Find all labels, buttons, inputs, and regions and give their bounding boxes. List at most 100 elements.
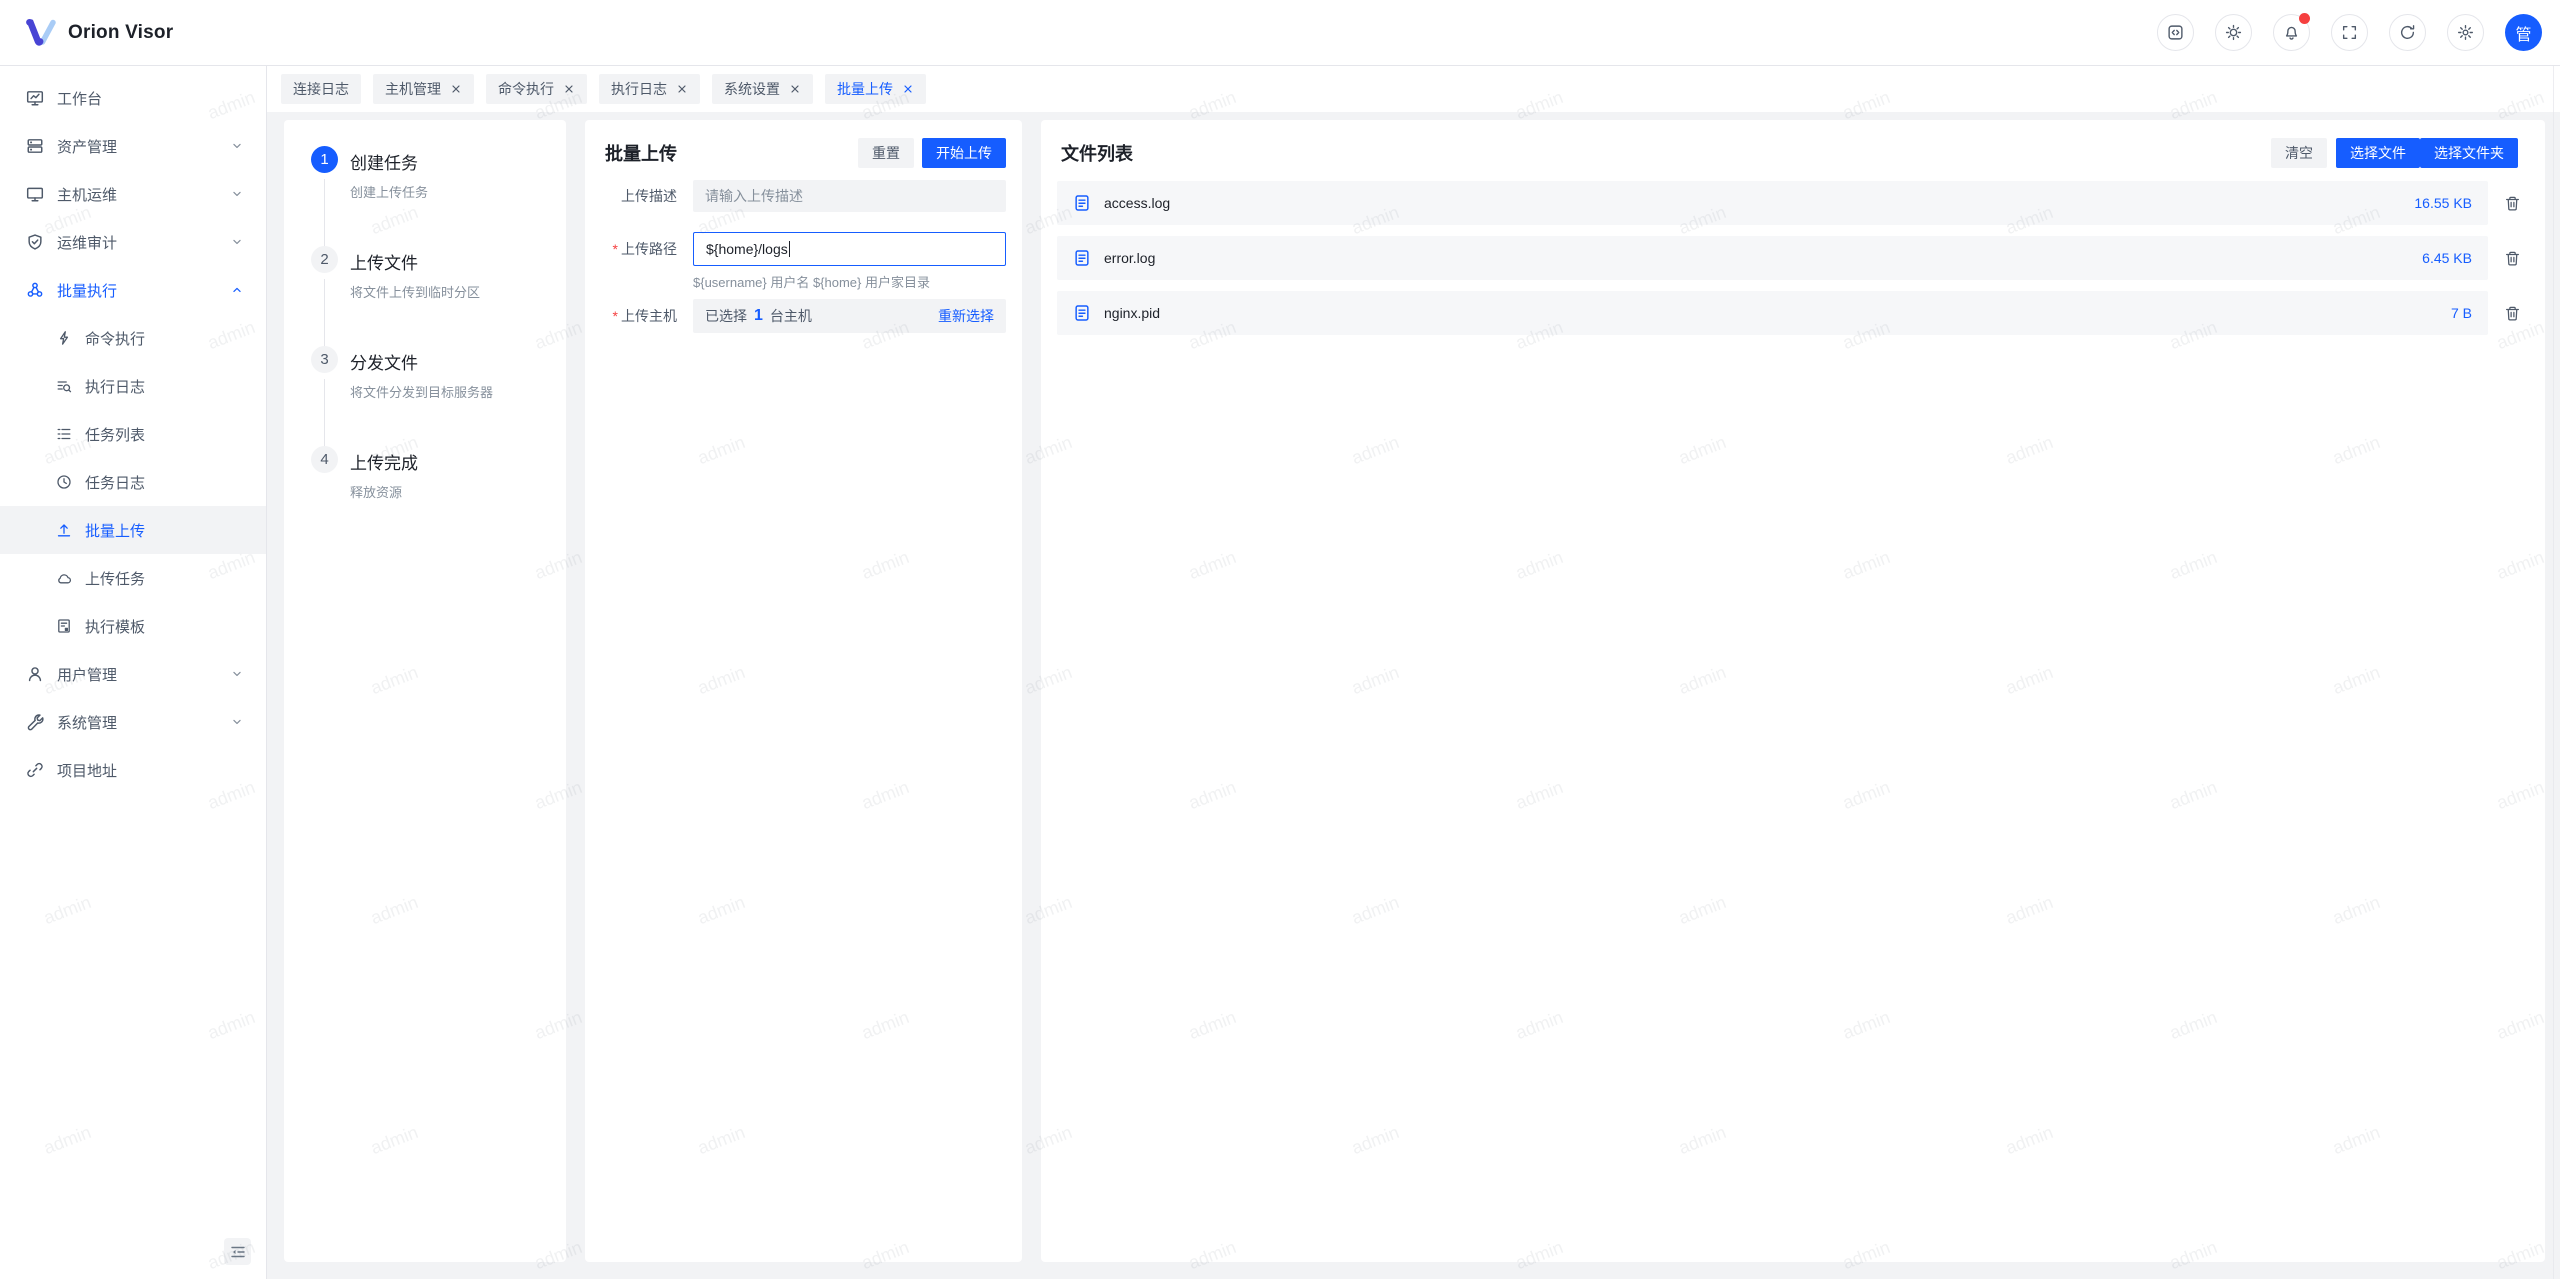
template-icon <box>56 618 72 634</box>
search-list-icon <box>56 378 72 394</box>
tab-close-icon[interactable] <box>563 83 575 95</box>
user-avatar[interactable]: 管 <box>2505 14 2542 51</box>
notification-dot <box>2299 13 2310 24</box>
delete-file-button[interactable] <box>2502 303 2522 323</box>
file-name: error.log <box>1104 250 2422 266</box>
sidebar-subitem-exec-log[interactable]: 执行日志 <box>0 362 266 410</box>
sidebar-subitem-task-log[interactable]: 任务日志 <box>0 458 266 506</box>
sidebar-item-label: 执行日志 <box>85 376 244 397</box>
sidebar-item-label: 任务日志 <box>85 472 244 493</box>
monitor-icon <box>26 185 44 203</box>
host-selected-count: 1 <box>754 307 763 325</box>
sidebar-item-label: 任务列表 <box>85 424 244 445</box>
tab-close-icon[interactable] <box>676 83 688 95</box>
sidebar-subitem-batch-upload[interactable]: 批量上传 <box>0 506 266 554</box>
app-logo: Orion Visor <box>24 18 173 48</box>
logo-v-icon <box>24 18 58 48</box>
tab-batch-upload[interactable]: 批量上传 <box>825 74 926 104</box>
tab-close-icon[interactable] <box>450 83 462 95</box>
sidebar-item-audit[interactable]: 运维审计 <box>0 218 266 266</box>
code-preview-button[interactable] <box>2157 14 2194 51</box>
upload-path-input[interactable]: ${home}/logs <box>693 232 1006 266</box>
cards-row: 1 创建任务 创建上传任务 2 上传文件 将文件上传到临时分区 <box>267 112 2560 1279</box>
nodes-icon <box>26 281 44 299</box>
clock-icon <box>56 474 72 490</box>
app-root: Orion Visor <box>0 0 2560 1279</box>
reset-button[interactable]: 重置 <box>858 138 914 168</box>
step-create-task: 1 创建任务 创建上传任务 <box>311 146 548 246</box>
tab-close-icon[interactable] <box>789 83 801 95</box>
trash-icon <box>2504 195 2521 212</box>
file-row: error.log 6.45 KB <box>1057 236 2529 280</box>
tab-host-management[interactable]: 主机管理 <box>373 74 474 104</box>
sidebar-item-host-ops[interactable]: 主机运维 <box>0 170 266 218</box>
sidebar-item-label: 工作台 <box>57 88 244 109</box>
tab-command-exec[interactable]: 命令执行 <box>486 74 587 104</box>
main-layout: 工作台 资产管理 主机运维 运维审计 批量执行 <box>0 66 2560 1279</box>
sidebar-collapse-button[interactable] <box>224 1238 251 1265</box>
upload-icon <box>56 522 72 538</box>
host-selected-suffix: 台主机 <box>770 306 812 326</box>
sidebar-item-label: 批量上传 <box>85 520 244 541</box>
file-name: access.log <box>1104 195 2414 211</box>
sidebar-item-batch-exec[interactable]: 批量执行 <box>0 266 266 314</box>
tab-system-settings[interactable]: 系统设置 <box>712 74 813 104</box>
clear-files-button[interactable]: 清空 <box>2271 138 2327 168</box>
tab-connection-log[interactable]: 连接日志 <box>281 74 361 104</box>
sidebar-subitem-upload-task[interactable]: 上传任务 <box>0 554 266 602</box>
chevron-down-icon <box>230 187 244 201</box>
step-upload-complete: 4 上传完成 释放资源 <box>311 446 548 546</box>
reselect-hosts-link[interactable]: 重新选择 <box>938 306 994 326</box>
tab-label: 连接日志 <box>293 79 349 99</box>
tab-label: 系统设置 <box>724 79 780 99</box>
step-title: 分发文件 <box>350 349 493 374</box>
upload-desc-input[interactable] <box>693 180 1006 212</box>
assets-icon <box>26 137 44 155</box>
file-size: 16.55 KB <box>2414 195 2472 211</box>
step-description: 将文件上传到临时分区 <box>350 282 480 301</box>
sidebar-subitem-exec-template[interactable]: 执行模板 <box>0 602 266 650</box>
sidebar-item-workbench[interactable]: 工作台 <box>0 74 266 122</box>
theme-toggle-button[interactable] <box>2215 14 2252 51</box>
code-icon <box>2167 24 2184 41</box>
chevron-down-icon <box>230 715 244 729</box>
sidebar-item-system[interactable]: 系统管理 <box>0 698 266 746</box>
refresh-button[interactable] <box>2389 14 2426 51</box>
tab-exec-log[interactable]: 执行日志 <box>599 74 700 104</box>
menu-fold-icon <box>230 1244 246 1260</box>
sidebar-item-users[interactable]: 用户管理 <box>0 650 266 698</box>
file-icon <box>1073 194 1091 212</box>
start-upload-button[interactable]: 开始上传 <box>922 138 1006 168</box>
notifications-button[interactable] <box>2273 14 2310 51</box>
fullscreen-icon <box>2341 24 2358 41</box>
chevron-down-icon <box>230 235 244 249</box>
settings-button[interactable] <box>2447 14 2484 51</box>
sidebar-item-project-url[interactable]: 项目地址 <box>0 746 266 794</box>
tab-label: 命令执行 <box>498 79 554 99</box>
fullscreen-button[interactable] <box>2331 14 2368 51</box>
sidebar-item-assets[interactable]: 资产管理 <box>0 122 266 170</box>
panel-title: 批量上传 <box>605 140 677 166</box>
delete-file-button[interactable] <box>2502 193 2522 213</box>
sidebar-item-label: 运维审计 <box>57 232 230 253</box>
file-size: 7 B <box>2451 305 2472 321</box>
sidebar-subitem-task-list[interactable]: 任务列表 <box>0 410 266 458</box>
tab-label: 主机管理 <box>385 79 441 99</box>
link-icon <box>26 761 44 779</box>
delete-file-button[interactable] <box>2502 248 2522 268</box>
select-files-button[interactable]: 选择文件 <box>2336 138 2420 168</box>
upload-path-helper: ${username} 用户名 ${home} 用户家目录 <box>693 272 1006 291</box>
sidebar-item-label: 主机运维 <box>57 184 230 205</box>
cloud-icon <box>56 570 72 586</box>
sidebar-subitem-command-exec[interactable]: 命令执行 <box>0 314 266 362</box>
step-number: 1 <box>311 146 338 173</box>
page-scrollbar[interactable] <box>2553 0 2554 1279</box>
file-row: access.log 16.55 KB <box>1057 181 2529 225</box>
list-icon <box>56 426 72 442</box>
trash-icon <box>2504 250 2521 267</box>
user-icon <box>26 665 44 683</box>
step-number: 3 <box>311 346 338 373</box>
tab-close-icon[interactable] <box>902 83 914 95</box>
select-folder-button[interactable]: 选择文件夹 <box>2420 138 2518 168</box>
step-number: 2 <box>311 246 338 273</box>
